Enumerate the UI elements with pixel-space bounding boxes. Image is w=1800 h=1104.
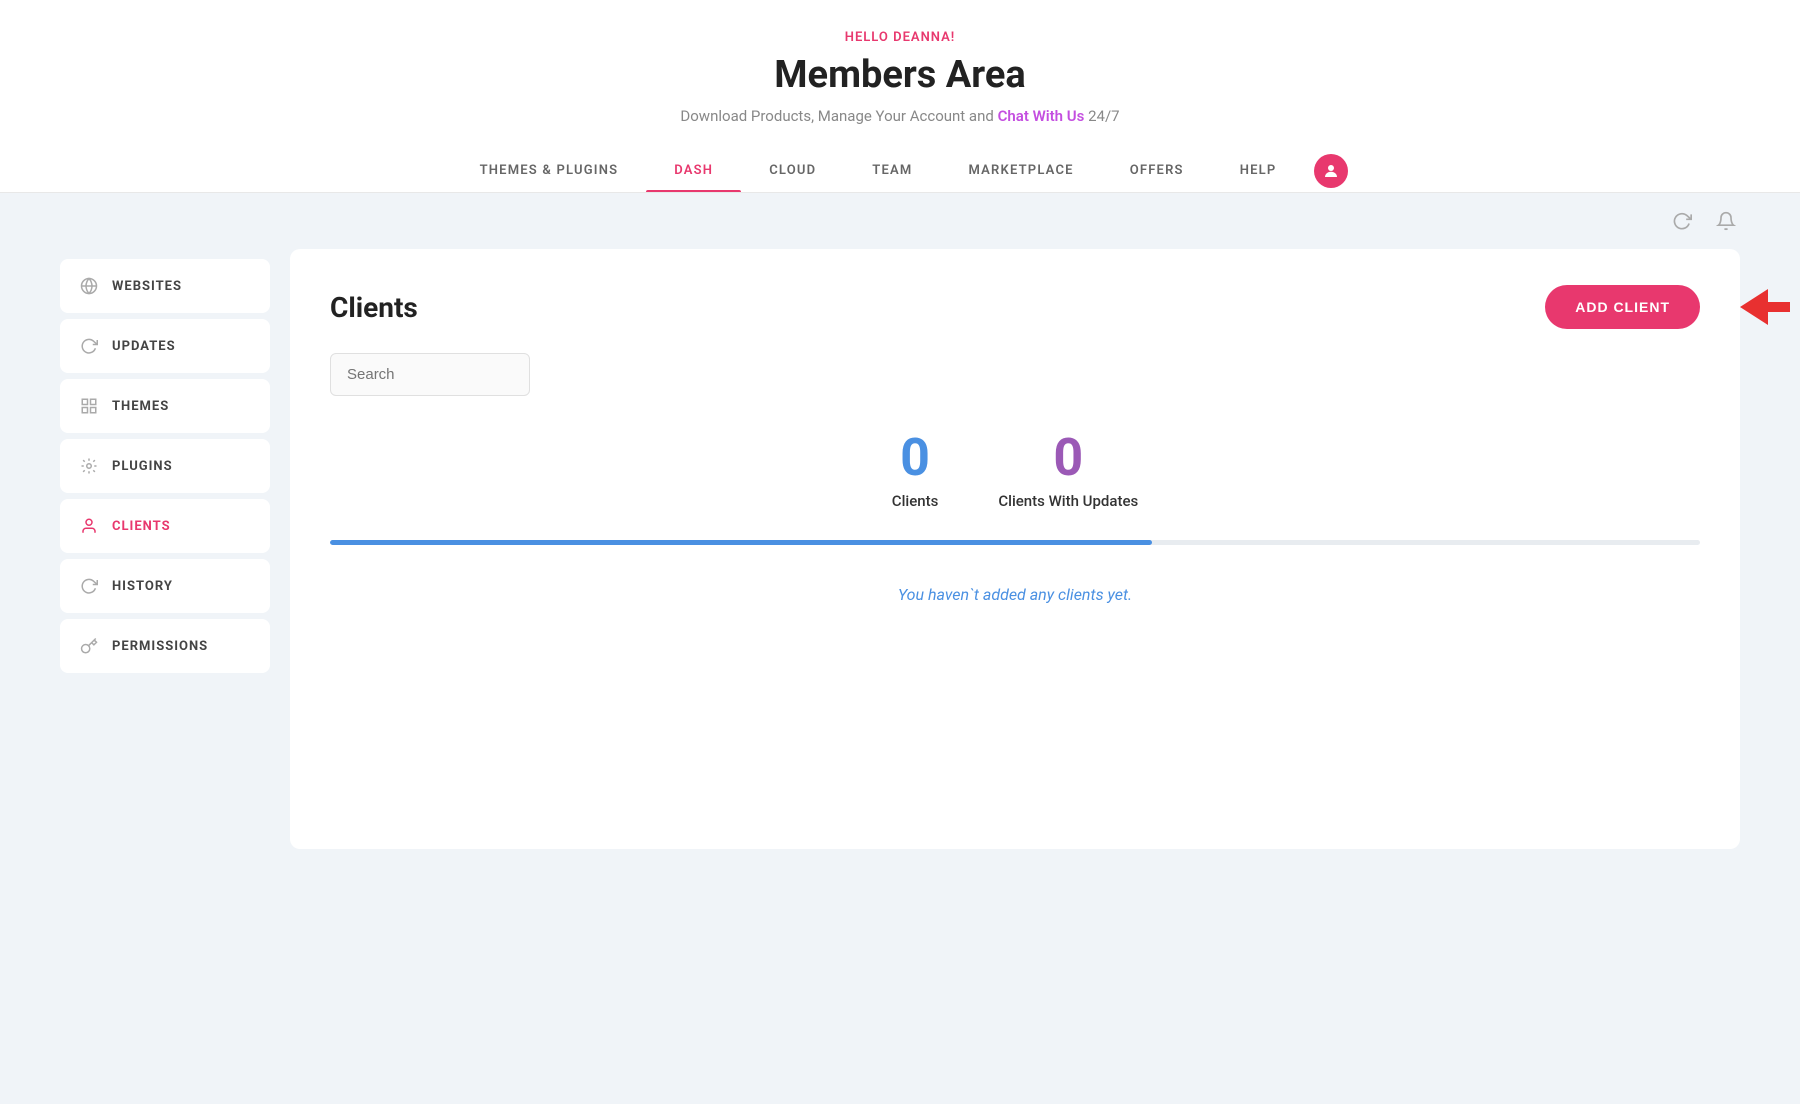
add-client-wrapper: ADD CLIENT — [1545, 285, 1700, 329]
content-header: Clients ADD CLIENT — [330, 285, 1700, 329]
empty-message: You haven`t added any clients yet. — [330, 585, 1700, 604]
page-title: Members Area — [0, 53, 1800, 97]
subtitle-pre: Download Products, Manage Your Account a… — [680, 107, 993, 125]
nav-item-team[interactable]: TEAM — [844, 149, 940, 192]
nav-item-help[interactable]: HELP — [1212, 149, 1305, 192]
bell-icon[interactable] — [1712, 207, 1740, 235]
search-input[interactable] — [330, 353, 530, 396]
refresh-icon[interactable] — [1668, 207, 1696, 235]
sidebar-label-plugins: PLUGINS — [112, 459, 173, 474]
history-icon — [80, 577, 98, 595]
user-avatar[interactable] — [1314, 154, 1348, 188]
sidebar-item-clients[interactable]: CLIENTS — [60, 499, 270, 553]
nav-item-offers[interactable]: OFFERS — [1102, 149, 1212, 192]
subtitle-post: 24/7 — [1088, 107, 1119, 125]
sidebar-item-themes[interactable]: THEMES — [60, 379, 270, 433]
hello-text: HELLO DEANNA! — [0, 30, 1800, 45]
clients-label: Clients — [892, 492, 939, 510]
nav-item-themes-plugins[interactable]: THEMES & PLUGINS — [452, 149, 647, 192]
sidebar-label-updates: UPDATES — [112, 339, 176, 354]
key-icon — [80, 637, 98, 655]
progress-bar-fill — [330, 540, 1152, 545]
main-nav: THEMES & PLUGINS DASH CLOUD TEAM MARKETP… — [0, 149, 1800, 192]
toolbar — [0, 193, 1800, 249]
sidebar-label-permissions: PERMISSIONS — [112, 639, 208, 654]
sidebar-item-history[interactable]: HISTORY — [60, 559, 270, 613]
chat-link[interactable]: Chat With Us — [998, 107, 1085, 125]
content-area: Clients ADD CLIENT 0 Clients — [290, 249, 1740, 849]
arrow-indicator — [1740, 289, 1790, 325]
stat-clients-updates: 0 Clients With Updates — [998, 432, 1138, 510]
sidebar-item-websites[interactable]: WEBSITES — [60, 259, 270, 313]
main-layout: WEBSITES UPDATES THEMES — [0, 249, 1800, 889]
nav-item-dash[interactable]: DASH — [646, 149, 741, 192]
plugin-icon — [80, 457, 98, 475]
sidebar-label-clients: CLIENTS — [112, 519, 171, 534]
nav-item-marketplace[interactable]: MARKETPLACE — [940, 149, 1101, 192]
clients-updates-label: Clients With Updates — [998, 492, 1138, 510]
sidebar-label-themes: THEMES — [112, 399, 169, 414]
subtitle: Download Products, Manage Your Account a… — [0, 107, 1800, 125]
clients-count: 0 — [892, 432, 939, 484]
stats-row: 0 Clients 0 Clients With Updates — [330, 432, 1700, 510]
sidebar-label-websites: WEBSITES — [112, 279, 182, 294]
globe-icon — [80, 277, 98, 295]
user-icon — [80, 517, 98, 535]
sidebar-item-plugins[interactable]: PLUGINS — [60, 439, 270, 493]
refresh-icon-updates — [80, 337, 98, 355]
sidebar-label-history: HISTORY — [112, 579, 173, 594]
sidebar-item-permissions[interactable]: PERMISSIONS — [60, 619, 270, 673]
clients-updates-count: 0 — [998, 432, 1138, 484]
sidebar-item-updates[interactable]: UPDATES — [60, 319, 270, 373]
add-client-button[interactable]: ADD CLIENT — [1545, 285, 1700, 329]
progress-bar — [330, 540, 1700, 545]
nav-item-cloud[interactable]: CLOUD — [741, 149, 844, 192]
stat-clients: 0 Clients — [892, 432, 939, 510]
header: HELLO DEANNA! Members Area Download Prod… — [0, 0, 1800, 193]
content-title: Clients — [330, 291, 418, 324]
grid-icon — [80, 397, 98, 415]
sidebar: WEBSITES UPDATES THEMES — [60, 249, 270, 849]
